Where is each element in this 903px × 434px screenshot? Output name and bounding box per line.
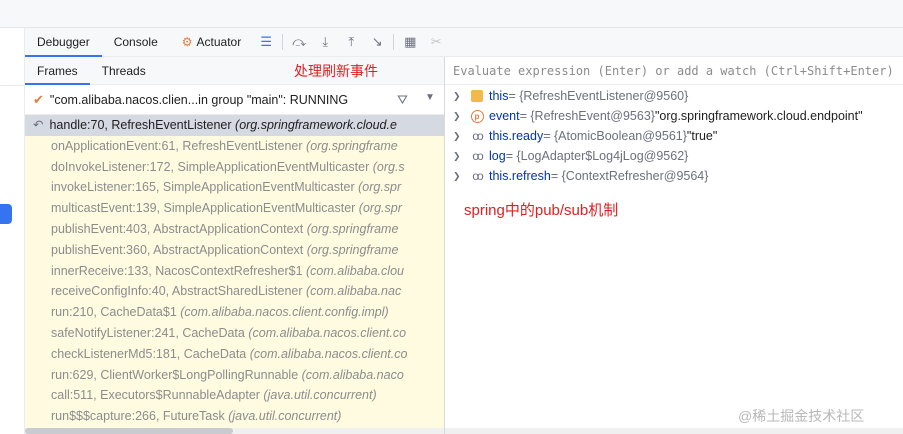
watch-glasses-icon: oo (472, 149, 483, 163)
frame-row[interactable]: ↶ handle:70, RefreshEventListener (org.sp… (25, 115, 445, 136)
gutter-divider (0, 85, 25, 86)
watch-glasses-icon: oo (472, 169, 483, 183)
tab-debugger[interactable]: Debugger (25, 28, 102, 57)
chevron-right-icon[interactable]: ❯ (453, 171, 469, 182)
variable-row[interactable]: ❯ oo this.refresh = {ContextRefresher@95… (445, 166, 903, 186)
frame-row[interactable]: call:511, Executors$RunnableAdapter (jav… (25, 385, 445, 406)
frame-row[interactable]: innerReceive:133, NacosContextRefresher$… (25, 261, 445, 282)
gutter-marker[interactable] (0, 204, 12, 224)
frames-horizontal-scrollbar[interactable] (25, 428, 445, 434)
filter-icon[interactable]: ⛛ (397, 92, 408, 108)
chevron-right-icon[interactable]: ❯ (453, 111, 469, 122)
evaluate-expression-input[interactable] (453, 63, 903, 78)
layout-menu-icon[interactable]: ☰ (253, 31, 279, 53)
annotation-handle-refresh: 处理刷新事件 (294, 63, 378, 79)
chevron-right-icon[interactable]: ❯ (453, 131, 469, 142)
frame-row[interactable]: run:629, ClientWorker$LongPollingRunnabl… (25, 365, 445, 386)
variable-row[interactable]: ❯ this = {RefreshEventListener@9560} (445, 86, 903, 106)
frame-row[interactable]: onApplicationEvent:61, RefreshEventListe… (25, 136, 445, 157)
parameter-icon: p (469, 109, 485, 123)
chevron-right-icon[interactable]: ❯ (453, 91, 469, 102)
frames-subtabs: Frames Threads (25, 57, 445, 85)
tab-console[interactable]: Console (102, 28, 170, 57)
thread-label: "com.alibaba.nacos.clien...in group "mai… (49, 92, 349, 107)
frame-row[interactable]: safeNotifyListener:241, CacheData (com.a… (25, 323, 445, 344)
toolbar-separator (393, 34, 395, 50)
top-strip (0, 0, 903, 28)
toolbar-separator (282, 34, 284, 50)
frame-row[interactable]: run:210, CacheData$1 (com.alibaba.nacos.… (25, 302, 445, 323)
frame-row[interactable]: doInvokeListener:172, SimpleApplicationE… (25, 157, 445, 178)
frame-row[interactable]: publishEvent:403, AbstractApplicationCon… (25, 219, 445, 240)
chevron-right-icon[interactable]: ❯ (453, 151, 469, 162)
frame-row[interactable]: publishEvent:360, AbstractApplicationCon… (25, 240, 445, 261)
frame-row[interactable]: run$$$capture:266, FutureTask (java.util… (25, 406, 445, 427)
debugger-toolbar: Debugger Console ⚙ Actuator ☰ ⤼ ⤓ ⤒ ↘ ▦ ✂ (25, 28, 903, 57)
annotation-pubsub: spring中的pub/sub机制 (464, 202, 619, 219)
watermark: @稀土掘金技术社区 (738, 408, 865, 424)
chevron-down-icon[interactable]: ▼ (425, 92, 435, 103)
frames-list: ↶ handle:70, RefreshEventListener (org.sp… (25, 115, 445, 428)
evaluate-expression-icon[interactable]: ▦ (397, 31, 423, 53)
frame-row[interactable]: invokeListener:165, SimpleApplicationEve… (25, 177, 445, 198)
frame-row[interactable]: checkListenerMd5:181, CacheData (com.ali… (25, 344, 445, 365)
variables-horizontal-scrollbar[interactable] (445, 428, 903, 434)
variable-row[interactable]: ❯ oo this.ready = {AtomicBoolean@9561} "… (445, 126, 903, 146)
tab-threads[interactable]: Threads (90, 57, 158, 85)
frame-row[interactable]: receiveConfigInfo:40, AbstractSharedList… (25, 281, 445, 302)
step-into-icon[interactable]: ⤓ (312, 31, 338, 53)
evaluate-expression-bar (445, 57, 903, 85)
frame-row[interactable]: multicastEvent:139, SimpleApplicationEve… (25, 198, 445, 219)
actuator-icon: ⚙ (181, 35, 193, 49)
field-icon (469, 90, 485, 102)
variable-row[interactable]: ❯ oo log = {LogAdapter$Log4jLog@9562} (445, 146, 903, 166)
return-arrow-icon: ↶ (33, 118, 44, 132)
tab-frames[interactable]: Frames (25, 57, 90, 85)
scrollbar-thumb[interactable] (25, 428, 233, 434)
tab-actuator[interactable]: ⚙ Actuator (170, 28, 253, 57)
variables-tree: ❯ this = {RefreshEventListener@9560} ❯ p… (445, 86, 903, 186)
watch-glasses-icon: oo (472, 129, 483, 143)
thread-selector[interactable]: ✔ "com.alibaba.nacos.clien...in group "m… (25, 85, 445, 115)
variable-row[interactable]: ❯ p event = {RefreshEvent@9563} "org.spr… (445, 106, 903, 126)
step-out-icon[interactable]: ⤒ (338, 31, 364, 53)
trace-icon[interactable]: ✂ (423, 31, 449, 53)
run-to-cursor-icon[interactable]: ↘ (364, 31, 390, 53)
step-over-icon[interactable]: ⤼ (286, 31, 312, 53)
check-icon: ✔ (33, 91, 44, 107)
left-gutter (0, 28, 25, 434)
